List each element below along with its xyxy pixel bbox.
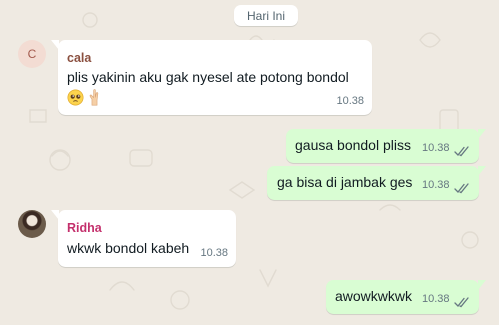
message-bubble-outgoing[interactable]: ga bisa di jambak ges 10.38 [267,166,486,200]
avatar-initial: C [27,47,37,61]
pleading-face-emoji [67,89,84,106]
avatar-ridha[interactable] [18,210,46,238]
message-text: wkwk bondol kabeh [67,240,190,256]
message-text: gausa bondol pliss [295,137,411,153]
message-text: ga bisa di jambak ges [277,174,413,190]
message-bubble-outgoing[interactable]: gausa bondol pliss 10.38 [286,129,486,163]
sender-name: Ridha [67,221,102,235]
message-time: 10.38 [422,179,450,191]
bubble-tail [478,166,486,176]
sender-name: cala [67,51,92,65]
bubble-tail [478,129,486,139]
read-receipt-icon [454,146,469,157]
message-bubble-incoming[interactable]: Ridha wkwk bondol kabeh 10.38 [51,210,236,267]
emoji-row [67,89,103,106]
crossed-fingers-emoji [89,89,99,106]
message-time: 10.38 [422,142,450,154]
date-separator: Hari Ini [234,5,298,26]
message-time: 10.38 [200,247,228,259]
message-time: 10.38 [336,95,364,107]
date-label: Hari Ini [246,8,285,23]
avatar-cala[interactable]: C [18,40,46,68]
message-time: 10.38 [422,293,450,305]
message-text: awowkwkwk [335,288,413,304]
bubble-tail [51,210,59,220]
read-receipt-icon [454,297,469,308]
message-text: plis yakinin aku gak nyesel ate potong b… [67,69,349,85]
read-receipt-icon [454,183,469,194]
bubble-tail [51,40,59,50]
message-bubble-outgoing[interactable]: awowkwkwk 10.38 [326,280,486,314]
bubble-tail [478,280,486,290]
message-bubble-incoming[interactable]: cala plis yakinin aku gak nyesel ate pot… [51,40,372,115]
